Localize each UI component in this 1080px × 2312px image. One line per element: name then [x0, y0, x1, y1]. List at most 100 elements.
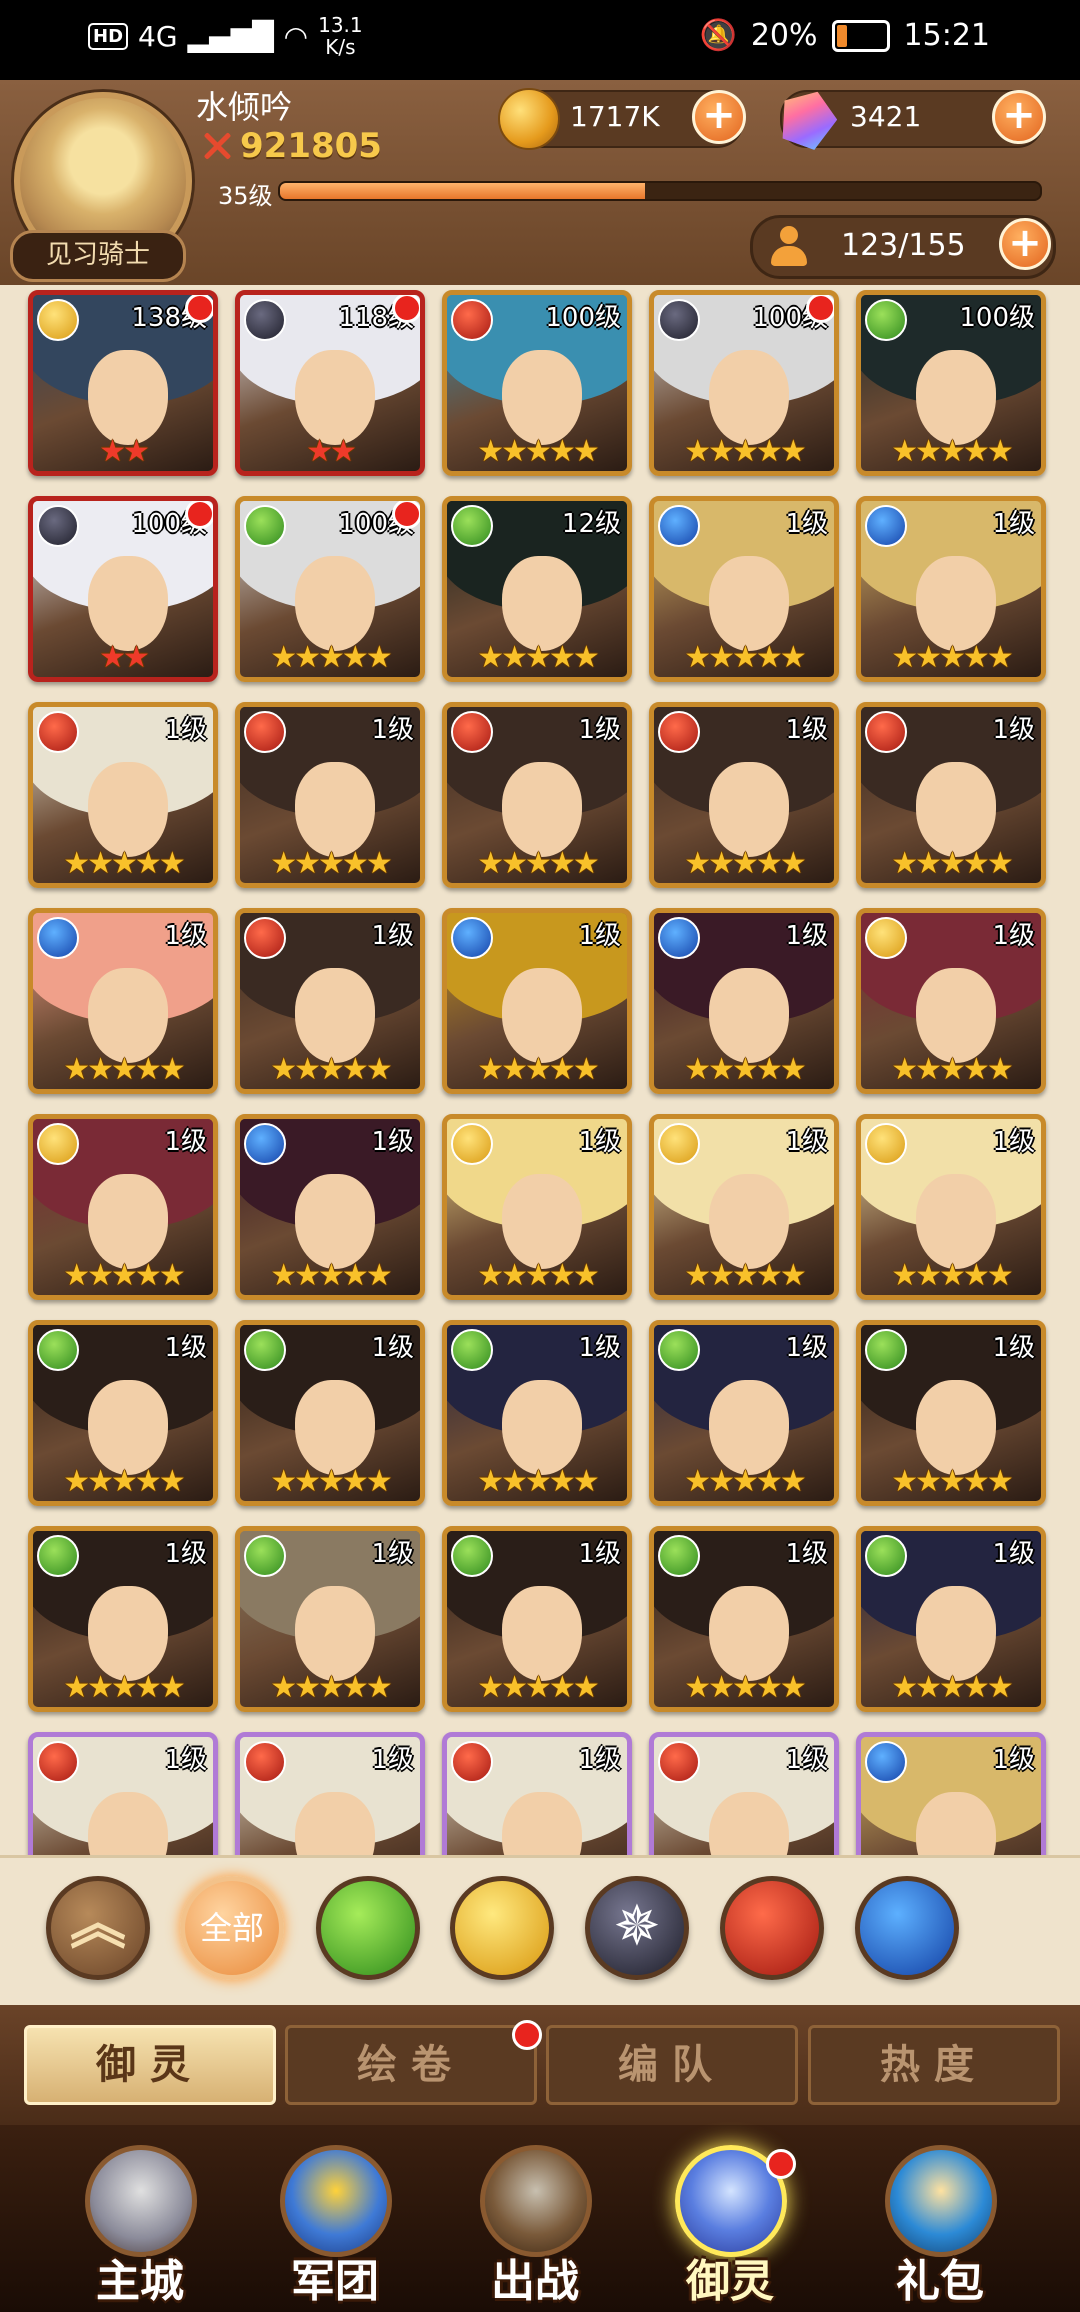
hero-card[interactable]: 1级 ★★★★★	[649, 702, 839, 888]
wind-icon	[37, 1329, 79, 1371]
hero-level: 100级	[959, 303, 1035, 333]
collapse-up-button[interactable]: ︽	[46, 1876, 150, 1980]
hero-card[interactable]: 1级	[649, 1732, 839, 1855]
hero-card[interactable]: 1级 ★★★★★	[856, 496, 1046, 682]
notification-dot	[392, 501, 420, 529]
hd-badge: HD	[88, 22, 129, 50]
tab-redu[interactable]: 热度	[808, 2025, 1060, 2105]
hero-stars: ★★	[306, 434, 357, 469]
hero-card[interactable]: 1级 ★★★★★	[235, 702, 425, 888]
signal-icon: 4G	[138, 19, 178, 53]
hero-card[interactable]: 1级 ★★★★★	[442, 908, 632, 1094]
hero-card[interactable]: 1级 ★★★★★	[649, 1526, 839, 1712]
hero-card[interactable]: 1级 ★★★★★	[649, 1320, 839, 1506]
filter-all-button[interactable]: 全部	[180, 1876, 284, 1980]
hero-card[interactable]: 100级 ★★★★★	[649, 290, 839, 476]
hero-card[interactable]: 1级 ★★★★★	[235, 908, 425, 1094]
hero-card[interactable]: 1级	[28, 1732, 218, 1855]
hero-face	[88, 1174, 168, 1269]
hero-stars: ★★★★★	[891, 1670, 1013, 1705]
hero-level: 1级	[785, 1333, 828, 1363]
wind-icon	[244, 1329, 286, 1371]
hero-card[interactable]: 1级 ★★★★★	[28, 702, 218, 888]
battery-icon	[831, 19, 890, 52]
tab-biandui[interactable]: 编队	[546, 2025, 798, 2105]
hero-card[interactable]: 100级 ★★	[28, 496, 218, 682]
fire-icon	[244, 711, 286, 753]
rose-icon	[865, 1123, 907, 1165]
hero-stars: ★★★★★	[891, 1052, 1013, 1087]
nav-yuling[interactable]: 御灵	[640, 2145, 820, 2310]
hero-card[interactable]: 100级 ★★★★★	[442, 290, 632, 476]
fire-icon	[451, 299, 493, 341]
hero-face	[916, 762, 996, 857]
water-icon[interactable]	[855, 1876, 959, 1980]
signal-bars-icon: ▂▄▆█	[187, 19, 274, 53]
fire-icon	[658, 1741, 700, 1783]
nav-gift-pack[interactable]: 礼包	[850, 2145, 1030, 2310]
hero-card[interactable]: 1级	[856, 1732, 1046, 1855]
hero-card[interactable]: 1级	[235, 1732, 425, 1855]
hero-card[interactable]: 1级 ★★★★★	[235, 1526, 425, 1712]
fire-icon[interactable]	[720, 1876, 824, 1980]
hero-card[interactable]: 1级 ★★★★★	[235, 1320, 425, 1506]
hero-card[interactable]: 1级 ★★★★★	[28, 1526, 218, 1712]
hero-card[interactable]: 1级 ★★★★★	[28, 908, 218, 1094]
hero-card[interactable]: 1级 ★★★★★	[856, 702, 1046, 888]
hero-card[interactable]: 1级 ★★★★★	[28, 1320, 218, 1506]
expand-capacity-button[interactable]: +	[999, 218, 1051, 270]
hero-level: 1级	[371, 715, 414, 745]
nav-main-city[interactable]: 主城	[50, 2145, 230, 2310]
star-icon[interactable]: ✵	[585, 1876, 689, 1980]
hero-card[interactable]: 100级 ★★★★★	[235, 496, 425, 682]
hero-card[interactable]: 1级 ★★★★★	[856, 1114, 1046, 1300]
person-icon	[771, 226, 807, 266]
hero-face	[88, 1380, 168, 1475]
wind-icon	[658, 1535, 700, 1577]
hero-card[interactable]: 1级 ★★★★★	[442, 1320, 632, 1506]
wind-icon[interactable]	[316, 1876, 420, 1980]
hero-card[interactable]: 1级	[442, 1732, 632, 1855]
status-right: 🔕 20% 15:21	[699, 18, 990, 53]
network-speed-unit: K/s	[325, 35, 356, 59]
gold-coin-icon	[498, 88, 560, 150]
wind-icon	[658, 1329, 700, 1371]
hero-stars: ★★★★★	[477, 846, 599, 881]
hero-card[interactable]: 1级 ★★★★★	[649, 1114, 839, 1300]
xp-bar-fill	[280, 183, 645, 199]
fist-shield-icon	[280, 2145, 392, 2257]
hero-face	[916, 1586, 996, 1681]
hero-level: 1级	[578, 1127, 621, 1157]
hero-list[interactable]: 138级 ★★ 118级 ★★ 100级 ★★★★★ 100级 ★★★★★ 100级 ★★★★★ 1…	[0, 285, 1080, 1855]
hero-card[interactable]: 1级 ★★★★★	[28, 1114, 218, 1300]
add-gems-button[interactable]: +	[992, 90, 1046, 144]
tab-yuling[interactable]: 御灵	[24, 2025, 276, 2105]
rose-icon[interactable]	[450, 1876, 554, 1980]
hero-card[interactable]: 1级 ★★★★★	[649, 908, 839, 1094]
hero-card[interactable]: 1级 ★★★★★	[442, 1114, 632, 1300]
hero-face	[709, 350, 789, 445]
hero-card[interactable]: 1级 ★★★★★	[235, 1114, 425, 1300]
tab-huijuan[interactable]: 绘卷	[285, 2020, 542, 2105]
hero-card[interactable]: 118级 ★★	[235, 290, 425, 476]
hero-card[interactable]: 1级 ★★★★★	[649, 496, 839, 682]
nav-legion[interactable]: 军团	[245, 2145, 425, 2310]
player-name: 水倾吟	[196, 88, 293, 126]
add-gold-button[interactable]: +	[692, 90, 746, 144]
hero-card[interactable]: 1级 ★★★★★	[442, 1526, 632, 1712]
rose-icon	[865, 917, 907, 959]
hero-card[interactable]: 138级 ★★	[28, 290, 218, 476]
wind-icon	[244, 505, 286, 547]
hero-card[interactable]: 100级 ★★★★★	[856, 290, 1046, 476]
hero-card[interactable]: 12级 ★★★★★	[442, 496, 632, 682]
nav-battle[interactable]: 出战	[445, 2145, 625, 2310]
hero-card[interactable]: 1级 ★★★★★	[856, 1526, 1046, 1712]
hero-card[interactable]: 1级 ★★★★★	[442, 702, 632, 888]
player-title-badge: 见习骑士	[10, 230, 186, 282]
hero-card[interactable]: 1级 ★★★★★	[856, 1320, 1046, 1506]
hero-stars: ★★★★★	[477, 1464, 599, 1499]
hero-card[interactable]: 1级 ★★★★★	[856, 908, 1046, 1094]
gate-icon	[480, 2145, 592, 2257]
fire-icon	[244, 1741, 286, 1783]
hero-level: 1级	[371, 1127, 414, 1157]
